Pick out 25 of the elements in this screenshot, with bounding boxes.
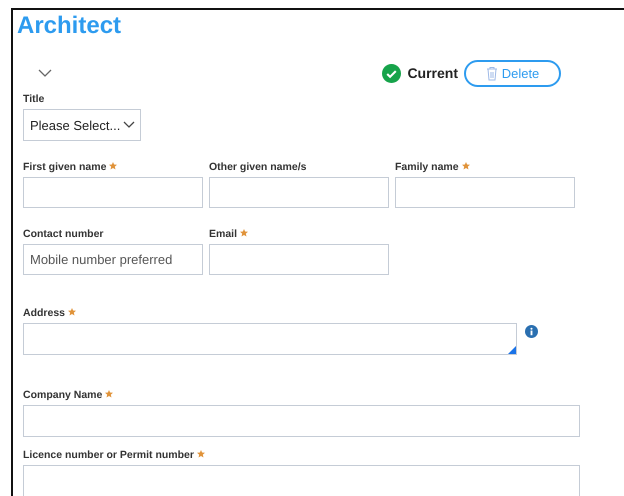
title-select[interactable]: Please Select... [23,109,141,141]
address-field[interactable] [23,323,517,355]
field-label: Other given name/s [209,161,308,173]
trash-icon [486,66,498,80]
input-field[interactable] [23,405,580,437]
field-label: Licence number or Permit number [23,449,580,461]
input-field[interactable] [209,177,389,208]
field-label: Title [23,93,46,105]
input-field[interactable] [395,177,575,208]
field-label: Family name [395,161,575,173]
input-field[interactable] [209,244,389,275]
info-icon[interactable] [525,325,538,338]
field-label: First given name [23,161,203,173]
field-label: Contact number [23,228,105,240]
chevron-down-icon[interactable] [38,69,52,77]
field-label: Address [23,307,538,319]
input-field[interactable]: Mobile number preferred [23,244,203,275]
chevron-down-icon [123,121,135,129]
status-label: Current [407,65,458,81]
field-label: Email [209,228,389,240]
input-field[interactable] [23,465,580,496]
input-field[interactable] [23,177,203,208]
resize-handle-icon[interactable] [508,346,516,354]
field-label: Company Name [23,389,580,401]
page-heading: Architect [17,12,122,40]
